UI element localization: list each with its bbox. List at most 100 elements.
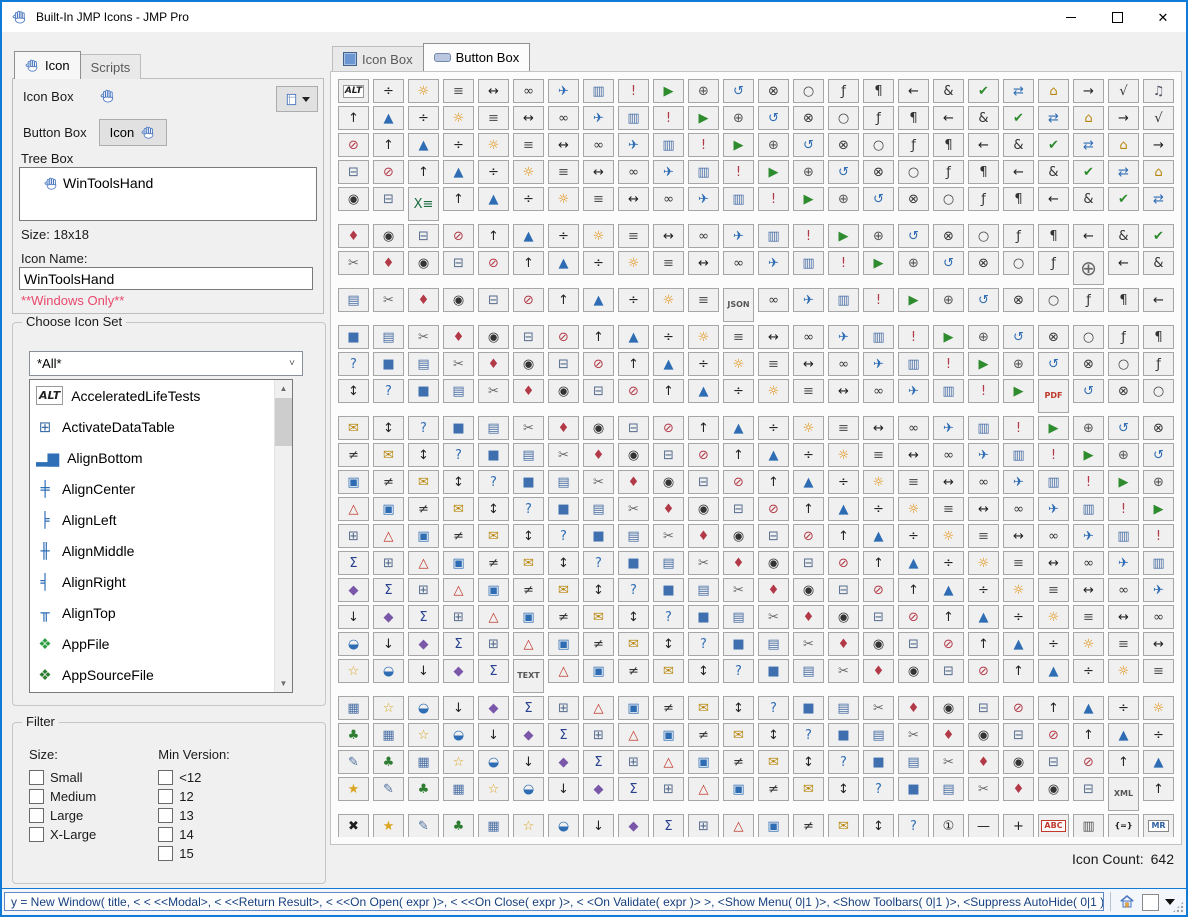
grid-icon-button-301[interactable]: ÷: [793, 443, 824, 467]
grid-icon-button-186[interactable]: ↺: [968, 288, 999, 312]
grid-icon-button-448[interactable]: ⊘: [898, 605, 929, 629]
grid-icon-button-394[interactable]: ✂: [688, 551, 719, 575]
grid-icon-button-377[interactable]: ☼: [933, 524, 964, 548]
grid-icon-button-62[interactable]: ⊗: [828, 133, 859, 157]
grid-icon-button-620[interactable]: ABC: [1038, 814, 1069, 837]
grid-icon-button-66[interactable]: ←: [968, 133, 999, 157]
grid-icon-button-105[interactable]: ∞: [653, 187, 684, 211]
grid-icon-button-503[interactable]: ≡: [1143, 659, 1174, 683]
grid-icon-button-197[interactable]: ⊟: [513, 325, 544, 349]
grid-icon-button-551[interactable]: ÷: [1143, 723, 1174, 747]
grid-icon-button-509[interactable]: Σ: [513, 696, 544, 720]
grid-icon-button-293[interactable]: ▤: [513, 443, 544, 467]
grid-icon-button-92[interactable]: &: [1038, 160, 1069, 184]
grid-icon-button-333[interactable]: !: [1073, 470, 1104, 494]
grid-icon-button-559[interactable]: Σ: [583, 750, 614, 774]
grid-icon-button-451[interactable]: ÷: [1003, 605, 1034, 629]
grid-icon-button-354[interactable]: ↔: [968, 497, 999, 521]
grid-icon-button-262[interactable]: ⊗: [1108, 379, 1139, 403]
grid-icon-button-530[interactable]: ☆: [408, 723, 439, 747]
grid-icon-button-586[interactable]: △: [688, 777, 719, 801]
grid-icon-button-610[interactable]: ⊞: [688, 814, 719, 837]
grid-icon-button-339[interactable]: ✉: [443, 497, 474, 521]
grid-icon-button-181[interactable]: ✈: [793, 288, 824, 312]
grid-icon-button-31[interactable]: ✈: [583, 106, 614, 130]
grid-icon-button-588[interactable]: ≠: [758, 777, 789, 801]
grid-icon-button-387[interactable]: ▣: [443, 551, 474, 575]
tab-icon[interactable]: Icon: [14, 51, 81, 79]
grid-icon-button-183[interactable]: !: [863, 288, 894, 312]
grid-icon-button-98[interactable]: X≡: [408, 187, 439, 221]
grid-icon-button-184[interactable]: ▶: [898, 288, 929, 312]
grid-icon-button-2[interactable]: ☼: [408, 79, 439, 103]
grid-icon-button-402[interactable]: ☼: [968, 551, 999, 575]
grid-icon-button-147[interactable]: ⊟: [443, 251, 474, 275]
grid-icon-button-140[interactable]: ¶: [1038, 224, 1069, 248]
checkbox[interactable]: [29, 808, 44, 823]
grid-icon-button-252[interactable]: ☼: [758, 379, 789, 403]
grid-icon-button-386[interactable]: △: [408, 551, 439, 575]
grid-icon-button-312[interactable]: ▣: [338, 470, 369, 494]
grid-icon-button-425[interactable]: ▲: [933, 578, 964, 602]
icon-set-item-AppFile[interactable]: ❖ AppFile: [30, 628, 275, 659]
grid-icon-button-255[interactable]: ∞: [863, 379, 894, 403]
grid-icon-button-83[interactable]: !: [723, 160, 754, 184]
grid-icon-button-325[interactable]: ▲: [793, 470, 824, 494]
grid-icon-button-136[interactable]: ↺: [898, 224, 929, 248]
grid-icon-button-338[interactable]: ≠: [408, 497, 439, 521]
grid-icon-button-172[interactable]: ⊟: [478, 288, 509, 312]
grid-icon-button-108[interactable]: !: [758, 187, 789, 211]
grid-icon-button-16[interactable]: ←: [898, 79, 929, 103]
grid-icon-button-442[interactable]: ■: [688, 605, 719, 629]
grid-icon-button-606[interactable]: ◒: [548, 814, 579, 837]
icon-set-item-AlignLeft[interactable]: ╞ AlignLeft: [30, 504, 275, 535]
grid-icon-button-157[interactable]: ▥: [793, 251, 824, 275]
grid-icon-button-39[interactable]: ƒ: [863, 106, 894, 130]
grid-icon-button-473[interactable]: ⊘: [933, 632, 964, 656]
checkbox[interactable]: [158, 770, 174, 785]
grid-icon-button-399[interactable]: ↑: [863, 551, 894, 575]
grid-icon-button-443[interactable]: ▤: [723, 605, 754, 629]
grid-icon-button-605[interactable]: ☆: [513, 814, 544, 837]
status-dropdown-arrow[interactable]: [1165, 899, 1175, 905]
maximize-button[interactable]: [1094, 2, 1140, 32]
grid-icon-button-512[interactable]: ▣: [618, 696, 649, 720]
grid-icon-button-511[interactable]: △: [583, 696, 614, 720]
grid-icon-button-434[interactable]: Σ: [408, 605, 439, 629]
grid-icon-button-91[interactable]: ←: [1003, 160, 1034, 184]
grid-icon-button-469[interactable]: ✂: [793, 632, 824, 656]
grid-icon-button-429[interactable]: ↔: [1073, 578, 1104, 602]
grid-icon-button-613[interactable]: ≠: [793, 814, 824, 837]
grid-icon-button-309[interactable]: ▶: [1073, 443, 1104, 467]
grid-icon-button-206[interactable]: ✈: [828, 325, 859, 349]
grid-icon-button-416[interactable]: ?: [618, 578, 649, 602]
grid-icon-button-69[interactable]: ⇄: [1073, 133, 1104, 157]
grid-icon-button-492[interactable]: ■: [758, 659, 789, 683]
grid-icon-button-545[interactable]: ♦: [933, 723, 964, 747]
grid-icon-button-211[interactable]: ↺: [1003, 325, 1034, 349]
grid-icon-button-35[interactable]: ⊕: [723, 106, 754, 130]
grid-icon-button-396[interactable]: ◉: [758, 551, 789, 575]
grid-icon-button-569[interactable]: ✂: [933, 750, 964, 774]
grid-icon-button-370[interactable]: ♦: [688, 524, 719, 548]
grid-icon-button-380[interactable]: ∞: [1038, 524, 1069, 548]
grid-icon-button-236[interactable]: ↺: [1038, 352, 1069, 376]
grid-icon-button-218[interactable]: ▤: [408, 352, 439, 376]
grid-icon-button-423[interactable]: ⊘: [863, 578, 894, 602]
grid-icon-button-543[interactable]: ▤: [863, 723, 894, 747]
grid-icon-button-61[interactable]: ↺: [793, 133, 824, 157]
grid-icon-button-88[interactable]: ○: [898, 160, 929, 184]
grid-icon-button-58[interactable]: !: [688, 133, 719, 157]
grid-icon-button-607[interactable]: ↓: [583, 814, 614, 837]
grid-icon-button-340[interactable]: ↕: [478, 497, 509, 521]
grid-icon-button-242[interactable]: ■: [408, 379, 439, 403]
grid-icon-button-411[interactable]: △: [443, 578, 474, 602]
grid-icon-button-541[interactable]: ?: [793, 723, 824, 747]
grid-icon-button-247[interactable]: ⊟: [583, 379, 614, 403]
grid-icon-button-142[interactable]: &: [1108, 224, 1139, 248]
grid-icon-button-241[interactable]: ?: [373, 379, 404, 403]
grid-icon-button-486[interactable]: △: [548, 659, 579, 683]
grid-icon-button-161[interactable]: ↺: [933, 251, 964, 275]
grid-icon-button-558[interactable]: ◆: [548, 750, 579, 774]
grid-icon-button-550[interactable]: ▲: [1108, 723, 1139, 747]
